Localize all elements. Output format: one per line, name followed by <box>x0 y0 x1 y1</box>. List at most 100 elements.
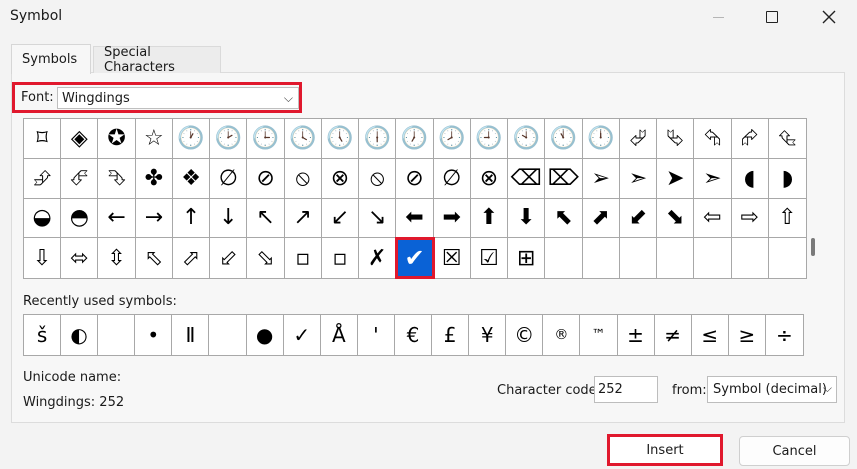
symbol-cell[interactable]: ∅ <box>210 158 248 199</box>
symbol-cell[interactable]: ⮷ <box>98 158 136 199</box>
symbol-cell[interactable] <box>583 238 620 278</box>
symbol-grid-scrollbar[interactable] <box>807 118 821 279</box>
symbol-cell[interactable]: ⮶ <box>61 158 99 199</box>
symbol-cell[interactable]: ⊗ <box>321 158 360 199</box>
symbol-cell[interactable]: 🕒 <box>247 119 285 159</box>
symbol-cell[interactable]: ✪ <box>98 119 136 159</box>
symbol-cell[interactable]: 🕘 <box>470 119 509 159</box>
symbol-cell[interactable]: ☆ <box>135 119 173 159</box>
recent-symbol-cell[interactable]: š <box>24 315 62 355</box>
symbol-cell[interactable]: ⊘ <box>396 158 434 199</box>
symbol-cell[interactable]: ↗ <box>284 198 322 239</box>
symbol-cell[interactable]: ⬇ <box>508 198 546 239</box>
symbol-cell[interactable]: ⇳ <box>98 238 136 278</box>
symbol-cell[interactable]: ⌫ <box>508 158 546 199</box>
symbol-cell[interactable]: ⮳ <box>731 119 769 159</box>
symbol-cell[interactable]: ⬂ <box>247 238 285 278</box>
symbol-cell[interactable]: ◗ <box>768 159 806 199</box>
symbol-cell[interactable]: ← <box>98 198 136 239</box>
tab-symbols[interactable]: Symbols <box>11 44 91 74</box>
recent-symbol-cell[interactable]: ± <box>618 315 655 355</box>
font-dropdown[interactable]: Wingdings ⌵ <box>57 87 299 109</box>
symbol-cell[interactable]: ∅ <box>433 158 471 199</box>
symbol-cell[interactable]: ⬅ <box>396 198 434 239</box>
maximize-icon[interactable] <box>749 0 795 34</box>
symbol-cell[interactable]: ⬉ <box>545 198 583 239</box>
recent-symbol-cell[interactable]: © <box>506 315 544 355</box>
symbol-cell[interactable]: ◓ <box>61 198 99 239</box>
recent-symbol-cell[interactable]: Ⅱ <box>172 315 210 355</box>
recent-symbol-cell[interactable]: ÷ <box>766 315 803 355</box>
recent-symbol-cell[interactable]: € <box>395 315 433 355</box>
recent-symbol-cell[interactable]: £ <box>432 315 470 355</box>
symbol-cell[interactable]: ☑ <box>471 238 509 278</box>
symbol-cell[interactable]: ⬁ <box>136 238 173 278</box>
symbol-cell[interactable]: ⮴ <box>768 119 806 159</box>
symbol-cell[interactable]: ⬆ <box>470 198 509 239</box>
symbol-cell[interactable]: → <box>135 198 173 239</box>
symbol-cell[interactable]: ◈ <box>61 119 99 159</box>
symbol-cell[interactable]: 🕕 <box>359 119 397 159</box>
insert-button[interactable]: Insert <box>607 434 723 466</box>
symbol-cell[interactable] <box>620 238 658 278</box>
symbol-cell[interactable]: 🕔 <box>321 119 360 159</box>
symbol-cell[interactable]: 🕚 <box>545 119 583 159</box>
close-icon[interactable] <box>806 0 852 34</box>
symbol-cell[interactable]: 🕖 <box>396 119 434 159</box>
character-code-input[interactable]: 252 <box>594 376 658 403</box>
symbol-cell[interactable] <box>694 238 732 278</box>
symbol-cell[interactable]: ⮰ <box>619 119 658 159</box>
tab-special-characters[interactable]: Special Characters <box>93 45 221 75</box>
symbol-cell[interactable] <box>545 238 583 278</box>
symbol-cell[interactable]: ⬈ <box>582 198 620 239</box>
symbol-cell[interactable]: ✗ <box>359 238 397 278</box>
symbol-cell[interactable]: ✤ <box>135 158 173 199</box>
symbol-cell[interactable]: ⇨ <box>731 198 769 239</box>
recent-symbol-cell[interactable]: ≠ <box>655 315 692 355</box>
symbol-cell[interactable]: 🕙 <box>508 119 546 159</box>
symbol-cell[interactable] <box>769 238 806 278</box>
symbol-cell[interactable]: ↓ <box>210 198 248 239</box>
recent-symbol-cell[interactable] <box>98 315 136 355</box>
symbol-cell[interactable]: ↙ <box>321 198 360 239</box>
symbol-cell[interactable] <box>657 238 695 278</box>
symbol-cell[interactable]: ⬀ <box>173 238 211 278</box>
recent-symbol-cell[interactable]: ● <box>247 315 284 355</box>
symbol-cell[interactable]: ⊞ <box>508 238 546 278</box>
symbol-cell[interactable]: ➢ <box>582 158 620 199</box>
recent-symbol-cell[interactable]: ' <box>358 315 395 355</box>
symbol-cell[interactable]: ⇩ <box>24 238 62 278</box>
symbol-cell[interactable] <box>732 238 769 278</box>
symbol-cell[interactable]: ⇧ <box>768 199 806 239</box>
recent-symbol-cell[interactable]: ™ <box>580 315 618 355</box>
symbol-cell[interactable]: ➣ <box>619 158 658 199</box>
symbol-cell[interactable]: ▫ <box>322 238 360 278</box>
recent-symbol-cell[interactable]: ◐ <box>61 315 99 355</box>
symbol-cell[interactable]: ⬄ <box>61 238 99 278</box>
symbol-cell[interactable]: ⊗ <box>470 158 509 199</box>
symbol-cell[interactable]: ▫ <box>285 238 322 278</box>
symbol-cell[interactable]: ➤ <box>657 158 695 199</box>
symbol-cell[interactable]: ⬋ <box>619 198 658 239</box>
symbol-cell[interactable]: ⊘ <box>247 158 285 199</box>
symbol-cell[interactable]: ☒ <box>434 238 471 278</box>
symbol-cell[interactable]: ⦸ <box>284 158 322 199</box>
symbol-cell[interactable]: ❖ <box>172 158 211 199</box>
symbol-cell[interactable]: ↑ <box>172 198 211 239</box>
recent-symbol-cell[interactable]: ® <box>543 315 581 355</box>
recent-symbol-cell[interactable]: ≤ <box>692 315 729 355</box>
symbol-cell[interactable]: ✔ <box>395 237 435 279</box>
symbol-cell[interactable]: ⮱ <box>657 119 695 159</box>
recent-symbol-cell[interactable]: ¥ <box>469 315 507 355</box>
symbol-cell[interactable]: ⌑ <box>24 119 62 159</box>
recent-symbol-cell[interactable]: • <box>135 315 173 355</box>
minimize-icon[interactable] <box>695 0 741 34</box>
symbol-cell[interactable]: 🕑 <box>210 119 248 159</box>
symbol-cell[interactable]: ➡ <box>433 198 471 239</box>
recent-symbol-cell[interactable] <box>209 315 247 355</box>
symbol-cell[interactable]: ⮲ <box>694 119 732 159</box>
symbol-cell[interactable]: ⬃ <box>210 238 248 278</box>
recent-symbol-cell[interactable]: ≥ <box>729 315 766 355</box>
symbol-cell[interactable]: 🕓 <box>284 119 322 159</box>
recent-symbol-cell[interactable]: ✓ <box>284 315 321 355</box>
